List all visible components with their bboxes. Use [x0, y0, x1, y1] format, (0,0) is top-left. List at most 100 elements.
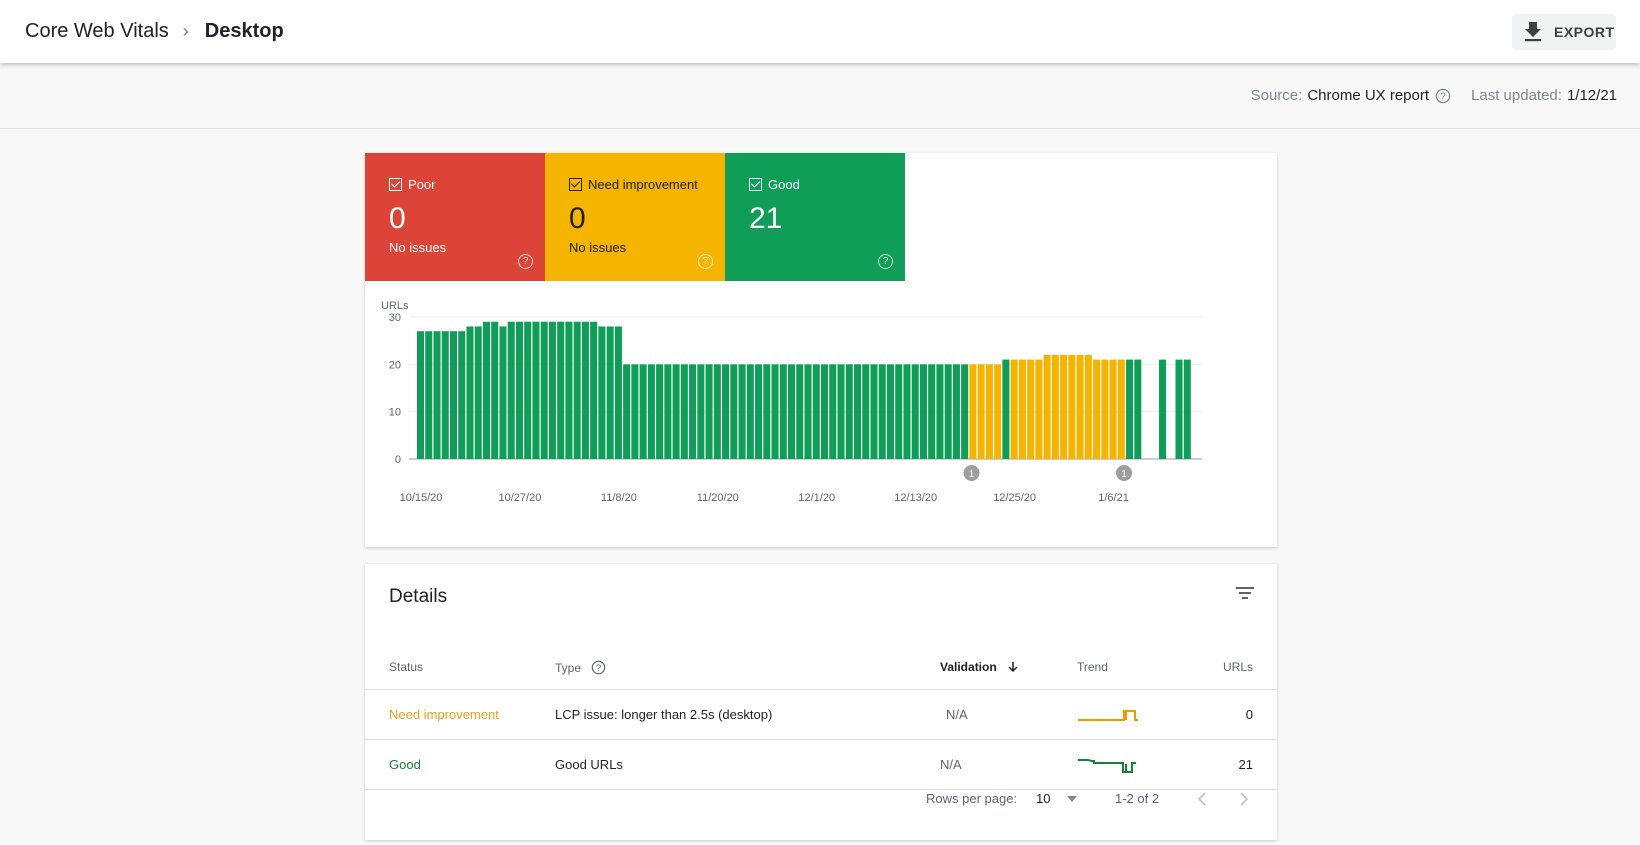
- bar-need-improvement: [1084, 354, 1092, 459]
- x-tick-label: 12/25/20: [993, 492, 1036, 504]
- row-status: Need improvement: [389, 707, 499, 722]
- export-button[interactable]: EXPORT: [1512, 14, 1616, 50]
- x-tick-label: 11/8/20: [601, 492, 637, 504]
- bar-need-improvement: [1117, 359, 1125, 459]
- bar-good: [961, 364, 969, 459]
- bar-good: [820, 364, 829, 459]
- bar-need-improvement: [1109, 359, 1117, 459]
- source-label: Source:: [1250, 87, 1303, 104]
- bar-good: [474, 326, 482, 459]
- tile-need-improvement[interactable]: Need improvement 0 No issues ?: [545, 153, 725, 281]
- bar-good: [565, 321, 573, 459]
- bar-good: [573, 321, 581, 459]
- bar-good: [1183, 359, 1191, 459]
- column-urls[interactable]: URLs: [1223, 660, 1253, 674]
- filter-icon[interactable]: [1235, 585, 1255, 601]
- bar-good: [919, 364, 927, 459]
- help-icon[interactable]: ?: [878, 254, 893, 269]
- bar-need-improvement: [1101, 359, 1109, 459]
- last-updated-label: Last updated:: [1471, 87, 1562, 104]
- bar-good: [697, 364, 705, 459]
- bar-good: [796, 364, 804, 459]
- column-validation-label: Validation: [940, 660, 997, 674]
- bar-good: [746, 364, 754, 459]
- bar-good: [886, 364, 894, 459]
- rows-per-page-select[interactable]: 10: [1036, 791, 1078, 806]
- bar-good: [755, 364, 763, 459]
- row-validation: N/A: [946, 707, 968, 722]
- bar-good: [433, 331, 441, 459]
- bar-good: [581, 321, 589, 459]
- table-row[interactable]: Good Good URLs N/A 21: [365, 740, 1277, 790]
- bar-good: [532, 321, 540, 459]
- bar-good: [771, 364, 779, 459]
- bar-good: [425, 331, 433, 459]
- bar-good: [614, 326, 622, 459]
- bar-good: [829, 364, 837, 459]
- breadcrumb-parent[interactable]: Core Web Vitals: [25, 20, 169, 43]
- bar-good: [804, 364, 812, 459]
- tile-poor[interactable]: Poor 0 No issues ?: [365, 153, 545, 281]
- bar-good: [1175, 359, 1183, 459]
- bar-need-improvement: [1043, 354, 1051, 459]
- bar-need-improvement: [1093, 359, 1101, 459]
- bar-good: [672, 364, 680, 459]
- bar-need-improvement: [977, 364, 985, 459]
- next-page-icon[interactable]: [1239, 792, 1249, 806]
- tile-sub: No issues: [569, 240, 627, 255]
- bar-good: [837, 364, 845, 459]
- bar-good: [449, 331, 458, 459]
- help-icon[interactable]: ?: [1435, 88, 1451, 104]
- page-title: Desktop: [204, 20, 284, 42]
- bar-need-improvement: [1076, 354, 1084, 459]
- y-tick-label: 20: [389, 359, 401, 371]
- bar-good: [507, 321, 515, 459]
- trend-sparkline: [1078, 710, 1138, 721]
- bar-good: [845, 364, 853, 459]
- bar-good: [631, 364, 639, 459]
- bar-good: [557, 321, 565, 459]
- bar-good: [656, 364, 664, 459]
- tile-count: 21: [749, 202, 783, 235]
- bar-good: [936, 364, 944, 459]
- column-validation[interactable]: Validation: [940, 660, 1019, 674]
- table-row[interactable]: Need improvement LCP issue: longer than …: [365, 690, 1277, 740]
- bar-good: [1134, 359, 1142, 459]
- help-icon[interactable]: ?: [518, 254, 533, 269]
- row-urls: 21: [1238, 757, 1253, 772]
- bar-good: [1002, 359, 1010, 459]
- bar-good: [417, 331, 425, 459]
- download-icon: [1525, 22, 1541, 42]
- top-app-bar: Core Web Vitals › Desktop EXPORT: [0, 0, 1640, 63]
- urls-bar-chart: URLs 0 10 20 30 10/15/20 10/27/20 11/8/20 11/20/…: [381, 300, 1202, 504]
- bar-good: [482, 321, 491, 459]
- column-type[interactable]: Type ?: [555, 660, 606, 675]
- checkbox-checked-icon[interactable]: [569, 178, 582, 191]
- chevron-right-icon: ›: [182, 21, 189, 41]
- bar-good: [499, 326, 507, 459]
- previous-page-icon[interactable]: [1197, 792, 1207, 806]
- source-info: Source: Chrome UX report ? Last updated:…: [1251, 87, 1617, 104]
- bar-good: [524, 321, 532, 459]
- bar-good: [730, 364, 738, 459]
- row-status: Good: [389, 757, 421, 772]
- details-title: Details: [389, 586, 448, 607]
- row-type: Good URLs: [555, 757, 623, 772]
- y-tick-label: 30: [389, 312, 401, 324]
- x-tick-label: 12/13/20: [894, 492, 937, 504]
- tile-good[interactable]: Good 21 ?: [725, 153, 905, 281]
- bar-good: [713, 364, 721, 459]
- report-info-bar: Source: Chrome UX report ? Last updated:…: [0, 63, 1640, 129]
- bar-good: [878, 364, 886, 459]
- column-status[interactable]: Status: [389, 660, 423, 674]
- row-type: LCP issue: longer than 2.5s (desktop): [555, 707, 773, 722]
- x-tick-label: 10/27/20: [499, 492, 542, 504]
- svg-text:?: ?: [1440, 91, 1446, 102]
- rows-per-page-value: 10: [1036, 791, 1051, 806]
- help-icon[interactable]: ?: [698, 254, 713, 269]
- checkbox-checked-icon[interactable]: [749, 178, 762, 191]
- bar-good: [862, 364, 870, 459]
- checkbox-checked-icon[interactable]: [389, 178, 402, 191]
- column-type-label: Type: [555, 660, 582, 675]
- help-icon[interactable]: ?: [591, 660, 606, 675]
